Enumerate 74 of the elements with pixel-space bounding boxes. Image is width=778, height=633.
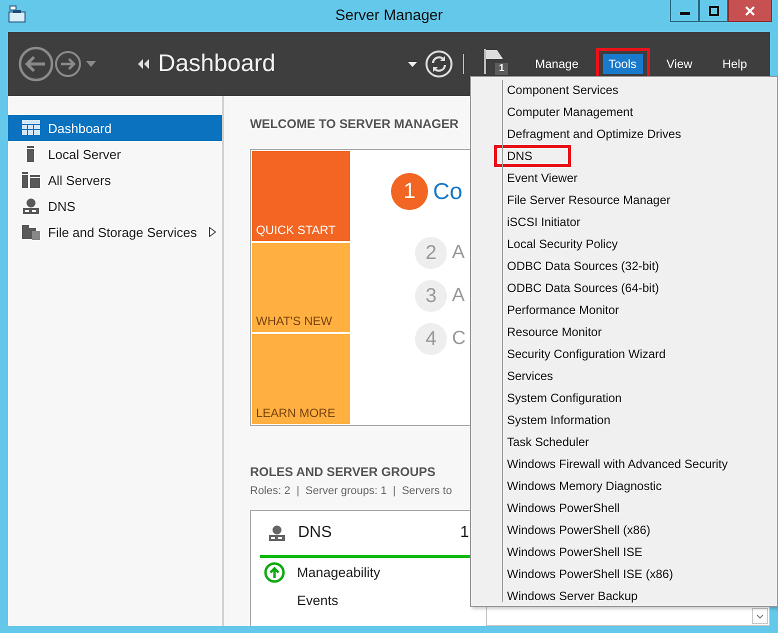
refresh-button[interactable] xyxy=(425,50,454,78)
menu-item[interactable]: System Information xyxy=(497,412,646,428)
window-title: Server Manager xyxy=(335,7,443,24)
step-number: 2 xyxy=(415,237,447,269)
minimize-button[interactable] xyxy=(670,0,699,22)
welcome-tile[interactable]: WHAT'S NEW xyxy=(252,242,350,332)
menu-item[interactable]: iSCSI Initiator xyxy=(497,214,616,230)
sidebar-label: Local Server xyxy=(48,146,121,162)
dropdown-button[interactable] xyxy=(408,62,418,66)
menu-item[interactable]: Performance Monitor xyxy=(497,302,656,318)
menu-item[interactable]: Event Viewer xyxy=(497,170,614,186)
sidebar-item[interactable]: All Servers xyxy=(8,167,222,193)
menu-item[interactable]: File Server Resource Manager xyxy=(497,192,706,208)
step-number: 3 xyxy=(415,280,447,312)
forward-button[interactable] xyxy=(54,50,82,78)
sidebar-item[interactable]: Dashboard xyxy=(8,115,222,141)
notification-count: 1 xyxy=(495,63,508,75)
grid-icon xyxy=(22,120,40,136)
server-icon xyxy=(22,172,40,188)
sidebar-item[interactable]: Local Server xyxy=(8,141,222,167)
section-title: ROLES AND SERVER GROUPS xyxy=(250,464,436,481)
menu-item[interactable]: Local Security Policy xyxy=(497,236,654,252)
menu-item[interactable]: Component Services xyxy=(497,82,654,98)
dns-server-icon xyxy=(268,525,286,541)
welcome-tile[interactable]: LEARN MORE xyxy=(252,334,350,424)
maximize-icon xyxy=(708,6,718,16)
menu-button[interactable]: Manage xyxy=(529,54,584,74)
sidebar-label: Dashboard xyxy=(48,120,112,136)
menu-button[interactable]: Help xyxy=(716,54,753,74)
sidebar-label: DNS xyxy=(48,198,76,214)
back-button[interactable] xyxy=(18,46,54,82)
menu-item[interactable]: ODBC Data Sources (32-bit) xyxy=(497,258,696,274)
app-icon xyxy=(8,5,26,23)
close-icon xyxy=(745,6,755,16)
menu-button[interactable]: Tools xyxy=(602,54,643,74)
sidebar-item[interactable]: File and Storage Services xyxy=(8,219,222,245)
dns-server-icon xyxy=(22,198,40,214)
menu-item[interactable]: ODBC Data Sources (64-bit) xyxy=(497,280,696,296)
caret-icon xyxy=(86,61,96,67)
menu-item[interactable]: Resource Monitor xyxy=(497,324,638,340)
sidebar-label: All Servers xyxy=(48,172,111,188)
menu-item[interactable]: Security Configuration Wizard xyxy=(497,346,702,362)
caret-icon xyxy=(408,62,418,66)
menu-item[interactable]: Services xyxy=(497,368,590,384)
sidebar-item[interactable]: DNS xyxy=(8,193,222,219)
status-label[interactable]: Manageability xyxy=(297,564,380,580)
menu-item[interactable]: Defragment and Optimize Drives xyxy=(497,126,718,142)
menu-item[interactable]: Task Scheduler xyxy=(497,434,626,450)
double-caret-icon xyxy=(138,59,150,69)
history-dropdown-button[interactable] xyxy=(86,61,96,67)
menu-button[interactable]: View xyxy=(660,54,698,74)
maximize-button[interactable] xyxy=(699,0,728,22)
menu-item[interactable]: System Configuration xyxy=(497,390,658,406)
close-button[interactable] xyxy=(728,0,772,22)
status-label[interactable]: Events xyxy=(297,592,338,608)
roles-summary: Roles: 2 | Server groups: 1 | Servers to xyxy=(250,484,452,499)
minimize-icon xyxy=(680,12,690,15)
step-number: 4 xyxy=(415,323,447,355)
step-link[interactable]: Co xyxy=(433,178,462,204)
menu-item[interactable]: Computer Management xyxy=(497,104,670,120)
dropdown-field[interactable] xyxy=(486,606,770,626)
role-count: 1 xyxy=(460,524,469,542)
section-title: WELCOME TO SERVER MANAGER xyxy=(250,116,459,133)
menu-item[interactable]: DNS xyxy=(497,148,568,164)
menu-item[interactable]: Windows Memory Diagnostic xyxy=(497,478,698,494)
folder-icon xyxy=(22,224,40,240)
caret-icon xyxy=(752,608,768,624)
breadcrumb-title: Dashboard xyxy=(158,50,276,78)
sidebar-label: File and Storage Services xyxy=(48,224,197,240)
role-name: DNS xyxy=(298,524,332,542)
refresh-icon xyxy=(425,50,454,78)
step-number: 1 xyxy=(391,172,428,210)
menu-item[interactable]: Windows Firewall with Advanced Security xyxy=(497,456,764,472)
flag-icon[interactable] xyxy=(482,48,504,74)
